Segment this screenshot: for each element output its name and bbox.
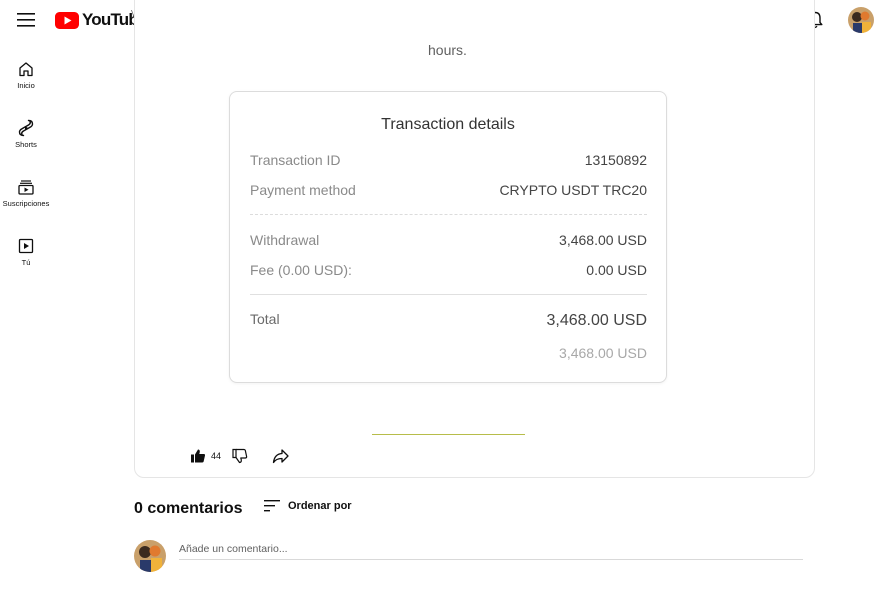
txn-label: Transaction ID	[250, 152, 341, 168]
sidebar-item-home[interactable]: Inicio	[0, 40, 52, 96]
txn-row-total: Total 3,468.00 USD	[250, 311, 647, 330]
txn-value: 13150892	[584, 152, 647, 168]
share-button[interactable]	[272, 448, 289, 464]
sort-comments-button[interactable]: Ordenar por	[264, 500, 352, 512]
like-button[interactable]: 44	[190, 448, 221, 464]
txn-row-fee: Fee (0.00 USD): 0.00 USD	[250, 262, 647, 278]
sidebar-item-subscriptions[interactable]: Suscripciones	[0, 158, 52, 214]
txn-label: Fee (0.00 USD):	[250, 262, 352, 278]
sidebar-item-label: Suscripciones	[2, 199, 50, 208]
thumbs-up-icon	[191, 449, 206, 463]
menu-icon	[17, 13, 35, 27]
txn-value: 3,468.00 USD	[559, 232, 647, 248]
home-icon	[19, 62, 33, 77]
total-value: 3,468.00 USD	[546, 312, 647, 329]
txn-label: Withdrawal	[250, 232, 320, 248]
menu-button[interactable]	[14, 8, 38, 32]
accent-underline	[372, 434, 525, 435]
avatar-image	[848, 7, 874, 33]
txn-value: CRYPTO USDT TRC20	[499, 182, 647, 198]
dislike-button[interactable]	[232, 448, 248, 464]
shorts-icon	[18, 119, 34, 137]
txn-label: Payment method	[250, 182, 356, 198]
sidebar-item-label: Shorts	[15, 140, 37, 149]
solid-divider	[250, 294, 647, 295]
sidebar-item-you[interactable]: Tú	[0, 217, 52, 273]
transaction-details-card: Transaction details Transaction ID 13150…	[229, 91, 667, 383]
txn-value: 0.00 USD	[586, 262, 647, 278]
you-icon	[18, 238, 34, 254]
like-count: 44	[211, 451, 222, 461]
commenter-avatar	[134, 540, 166, 572]
txn-row-payment-method: Payment method CRYPTO USDT TRC20	[250, 182, 647, 198]
youtube-play-icon	[55, 11, 79, 29]
share-icon	[272, 449, 289, 464]
txn-row-withdrawal: Withdrawal 3,468.00 USD	[250, 232, 647, 248]
txn-row-transaction-id: Transaction ID 13150892	[250, 152, 647, 168]
comments-count-heading: 0 comentarios	[134, 500, 243, 517]
sidebar-item-label: Inicio	[17, 81, 35, 90]
total-sub-value: 3,468.00 USD	[559, 345, 647, 361]
sidebar-item-shorts[interactable]: Shorts	[0, 99, 52, 155]
add-comment-input[interactable]	[179, 539, 803, 560]
account-avatar[interactable]	[848, 7, 874, 33]
post-actions: 44	[190, 446, 289, 466]
subscriptions-icon	[18, 180, 34, 195]
post-text-hours: hours.	[428, 42, 467, 58]
transaction-title: Transaction details	[381, 116, 515, 133]
txn-row-total-sub: 3,468.00 USD	[250, 345, 647, 361]
sort-icon	[264, 500, 280, 512]
thumbs-down-icon	[232, 448, 248, 464]
sort-label: Ordenar por	[288, 500, 352, 512]
avatar-image	[134, 540, 166, 572]
dashed-divider	[250, 214, 647, 215]
total-label: Total	[250, 311, 280, 327]
sidebar-item-label: Tú	[21, 258, 31, 267]
